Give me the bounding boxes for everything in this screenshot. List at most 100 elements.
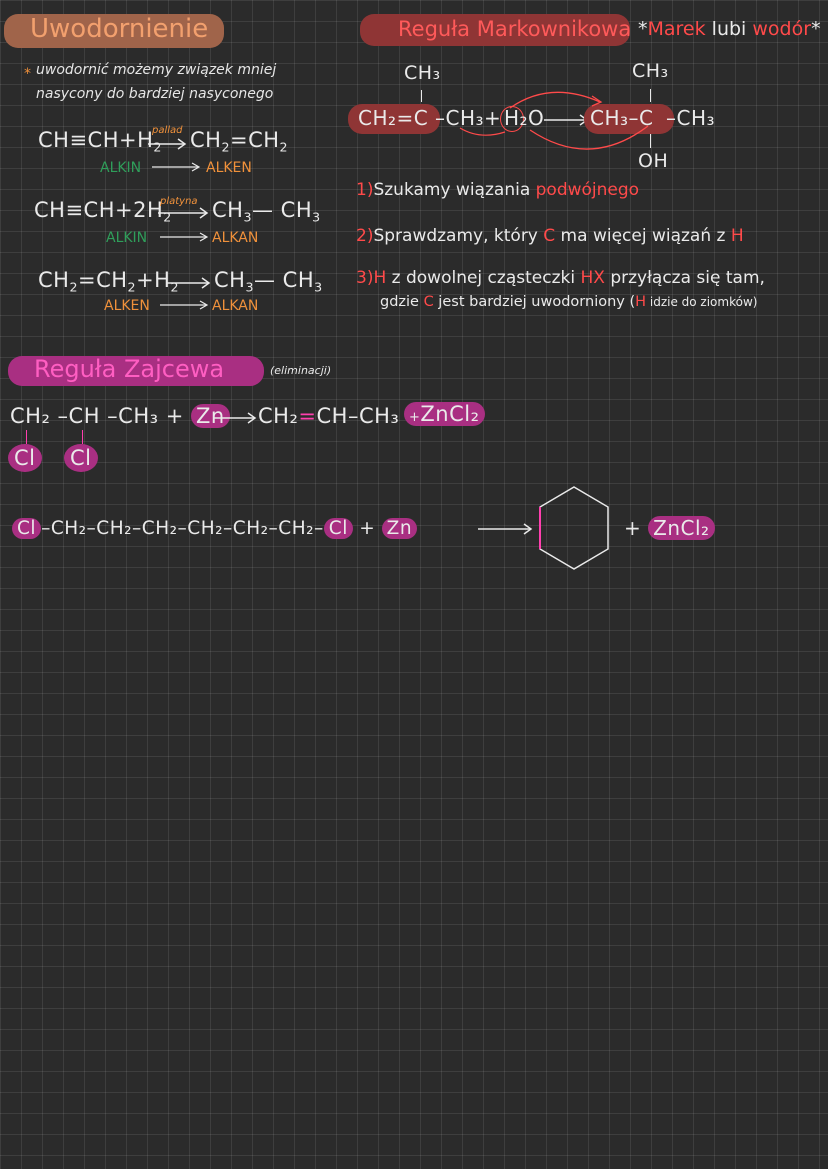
- eq3-sub-b: 2: [127, 279, 137, 295]
- eq1-rhs-b: =CH: [229, 128, 280, 152]
- eq3-sub-a: 2: [69, 279, 78, 295]
- zajcew-paren: (eliminacji): [270, 364, 332, 377]
- eq1-lhs: CH≡CH+H: [38, 128, 154, 152]
- chain-zncl: ZnCl₂: [648, 516, 715, 540]
- cl1-bond: [26, 430, 27, 444]
- eq3-arrow: [166, 277, 211, 289]
- eq2-rhs-a: CH: [212, 198, 244, 222]
- mnemonic-word2: lubi: [711, 18, 747, 40]
- rule-3-line2c: idzie do ziomków): [646, 295, 758, 309]
- eq1-rhs-sub: 2: [221, 139, 230, 155]
- equation-3: CH2=CH2+H2: [38, 268, 179, 294]
- markownikow-title: Reguła Markownikowa: [398, 17, 632, 41]
- zajcew-cl-1: Cl: [8, 444, 42, 472]
- rule-2-accent2: H: [730, 226, 744, 246]
- reactant-ch3: CH₃: [404, 62, 441, 84]
- zajcew-rhs-a: CH₂: [258, 404, 299, 428]
- mnemonic-star2: *: [811, 18, 821, 40]
- product-ch3: CH₃: [632, 60, 669, 82]
- eq1-rhs: CH2=CH2: [190, 128, 288, 154]
- eq2-label-alkin: ALKIN: [106, 230, 148, 246]
- eq1-rhs-sub2: 2: [279, 139, 289, 155]
- chain-arrow: [478, 523, 533, 535]
- zajcew-zncl-pill: +ZnCl₂: [404, 402, 485, 426]
- eq3-lhs-b: =CH: [77, 268, 128, 292]
- uwodornienie-title: Uwodornienie: [30, 14, 209, 44]
- chain-product: + ZnCl₂: [624, 516, 715, 540]
- chain-plus: +: [359, 518, 376, 539]
- rule-3-line2b: jest bardziej uwodorniony (: [433, 294, 636, 310]
- eq1-rhs-a: CH: [190, 128, 222, 152]
- mnemonic-word3: wodór: [752, 18, 812, 40]
- rule-1-accent: podwójnego: [535, 180, 640, 200]
- eq2-label-alkan: ALKAN: [212, 230, 259, 246]
- zajcew-lhs: CH₂ –CH –CH₃ +: [10, 404, 184, 428]
- rule-3-accent4: H: [635, 294, 647, 310]
- chain-middle: –CH₂–CH₂–CH₂–CH₂–CH₂–CH₂–: [41, 518, 324, 539]
- eq1-label-arrow: [152, 162, 201, 172]
- eq3-rhs-sub2: 3: [314, 279, 323, 295]
- markownikow-rule-3: 3)H z dowolnej cząsteczki HX przyłącza s…: [356, 268, 765, 288]
- rule-2-num: 2): [356, 226, 374, 246]
- eq2-lhs: CH≡CH+2H: [34, 198, 164, 222]
- eq3-rhs-sub: 3: [245, 279, 254, 295]
- reactant: CH₂=C: [358, 106, 429, 130]
- markownikow-rule-1: 1)Szukamy wiązania podwójnego: [356, 180, 639, 200]
- rule-2-text: Sprawdzamy, który: [373, 226, 544, 246]
- zajcew-equation: CH₂ –CH –CH₃ + Zn: [10, 404, 230, 428]
- rule-3-accent: H: [373, 268, 387, 288]
- eq3-label-arrow: [160, 300, 209, 310]
- eq3-label-alkan: ALKAN: [212, 298, 259, 314]
- rule-2-accent: C: [543, 226, 556, 246]
- eq2-label-arrow: [160, 232, 209, 242]
- zajcew-title: Reguła Zajcewa: [34, 355, 225, 383]
- eq2-arrow: [158, 207, 209, 219]
- eq2-rhs: CH3— CH3: [212, 198, 321, 224]
- chain-equation: Cl –CH₂–CH₂–CH₂–CH₂–CH₂–CH₂– Cl + Zn: [12, 518, 418, 539]
- eq1-catalyst: pallad: [152, 125, 183, 136]
- mnemonic: *Marek lubi wodór*: [638, 18, 821, 40]
- rule-3-text: z dowolnej cząsteczki: [386, 268, 581, 288]
- eq1-label-alkin: ALKIN: [100, 160, 142, 176]
- rule-1-text: Szukamy wiązania: [373, 180, 536, 200]
- zajcew-cl-2: Cl: [64, 444, 98, 472]
- chain-cl-2: Cl: [323, 518, 353, 539]
- zajcew-rhs: CH₂=CH–CH₃: [258, 404, 399, 428]
- eq1-arrow: [148, 138, 187, 150]
- eq2-rhs-sub2: 3: [312, 209, 321, 225]
- zajcew-rhs-b: CH–CH₃: [316, 404, 400, 428]
- eq3-label-alken: ALKEN: [104, 298, 150, 314]
- mnemonic-word1: Marek: [647, 18, 706, 40]
- rule-3-line2: gdzie: [380, 294, 424, 310]
- chain-zn: Zn: [381, 518, 418, 539]
- eq3-lhs-a: CH: [38, 268, 70, 292]
- zajcew-zncl: +ZnCl₂: [404, 402, 485, 426]
- markownikow-rule-2: 2)Sprawdzamy, który C ma więcej wiązań z…: [356, 226, 744, 246]
- markownikow-rule-3-line2: gdzie C jest bardziej uwodorniony (H idz…: [380, 294, 757, 310]
- equation-1: CH≡CH+H2: [38, 128, 162, 154]
- rule-3-accent3: C: [423, 294, 434, 310]
- cl2: Cl: [64, 444, 98, 472]
- chain-plus2: +: [624, 516, 642, 540]
- note-text: uwodornić możemy związek mniej nasycony …: [36, 62, 277, 102]
- zajcew-zncl-text: ZnCl₂: [420, 402, 480, 426]
- eq3-rhs-a: CH: [214, 268, 246, 292]
- mnemonic-star: *: [638, 18, 648, 40]
- eq1-label-alken: ALKEN: [206, 160, 252, 176]
- equation-2: CH≡CH+2H2: [34, 198, 172, 224]
- uwodornienie-note: uwodornić możemy związek mniej nasycony …: [36, 58, 296, 106]
- cl2-bond: [82, 430, 83, 444]
- cl1: Cl: [8, 444, 42, 472]
- chain-cl-1: Cl: [12, 518, 42, 539]
- eq3-rhs-b: — CH: [253, 268, 315, 292]
- eq2-rhs-sub: 3: [243, 209, 252, 225]
- eq3-rhs: CH3— CH3: [214, 268, 323, 294]
- note-star-icon: *: [24, 66, 31, 82]
- markownikow-curved-arrows: [459, 91, 649, 150]
- rule-3-accent2: HX: [580, 268, 605, 288]
- eq2-catalyst: platyna: [160, 196, 198, 207]
- eq2-rhs-b: — CH: [251, 198, 313, 222]
- zajcew-plus: +: [409, 410, 421, 425]
- cyclohexane-icon: [539, 486, 609, 570]
- zajcew-arrow: [214, 412, 257, 424]
